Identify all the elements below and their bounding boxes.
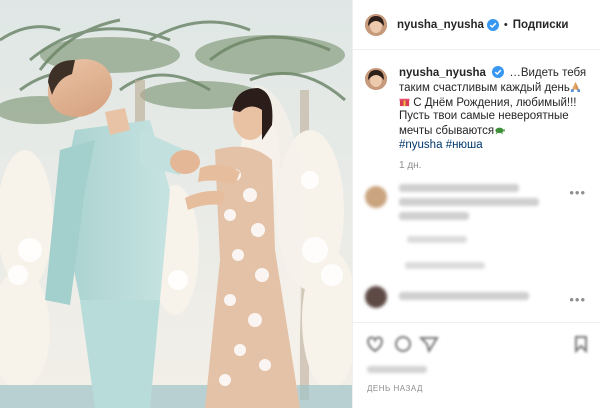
comment-text-blurred xyxy=(399,292,529,300)
comment-avatar xyxy=(365,286,387,308)
post-side-panel: nyusha_nyusha • Подписки nyusha_nyusha …… xyxy=(352,0,600,408)
avatar-image xyxy=(365,68,387,90)
author-username[interactable]: nyusha_nyusha xyxy=(397,19,484,31)
post-actions xyxy=(353,322,600,372)
bookmark-icon[interactable] xyxy=(573,335,589,353)
caption-text: nyusha_nyusha …Видеть тебя таким счастли… xyxy=(399,66,593,153)
post-caption: nyusha_nyusha …Видеть тебя таким счастли… xyxy=(365,66,593,153)
following-button[interactable]: Подписки xyxy=(513,19,569,31)
more-options-icon[interactable]: ••• xyxy=(569,185,586,200)
verified-badge-icon xyxy=(492,66,505,78)
avatar-image xyxy=(365,13,387,36)
caption-username[interactable]: nyusha_nyusha xyxy=(399,67,486,79)
praying-hands-icon xyxy=(570,81,580,92)
wedding-photo xyxy=(0,0,352,408)
post-photo[interactable] xyxy=(0,0,352,408)
post-header: nyusha_nyusha • Подписки xyxy=(353,0,600,50)
caption-age: 1 дн. xyxy=(399,160,422,171)
comment-meta-blurred xyxy=(407,236,467,243)
author-avatar[interactable] xyxy=(365,13,387,36)
caption-line-2: С Днём Рождения, любимый!!! Пусть твои с… xyxy=(399,96,577,138)
share-icon[interactable] xyxy=(419,335,439,353)
likes-count-blurred xyxy=(367,366,427,373)
comment-avatar xyxy=(365,186,387,208)
hashtag-link[interactable]: #нюша xyxy=(446,139,483,151)
comment-text-blurred xyxy=(399,198,539,206)
comment-meta-blurred xyxy=(405,262,485,269)
gift-icon xyxy=(399,98,410,106)
turtle-icon xyxy=(495,127,506,135)
hashtag-link[interactable]: #nyusha xyxy=(399,139,442,151)
comment-text-blurred xyxy=(399,184,519,192)
comment-icon[interactable] xyxy=(393,335,413,353)
comment-text-blurred xyxy=(399,212,469,220)
more-options-icon[interactable]: ••• xyxy=(569,292,586,307)
verified-badge-icon xyxy=(486,18,499,31)
caption-author-avatar[interactable] xyxy=(365,68,387,90)
header-separator: • xyxy=(503,18,508,31)
like-icon[interactable] xyxy=(365,335,385,353)
post-date: ДЕНЬ НАЗАД xyxy=(367,384,423,393)
